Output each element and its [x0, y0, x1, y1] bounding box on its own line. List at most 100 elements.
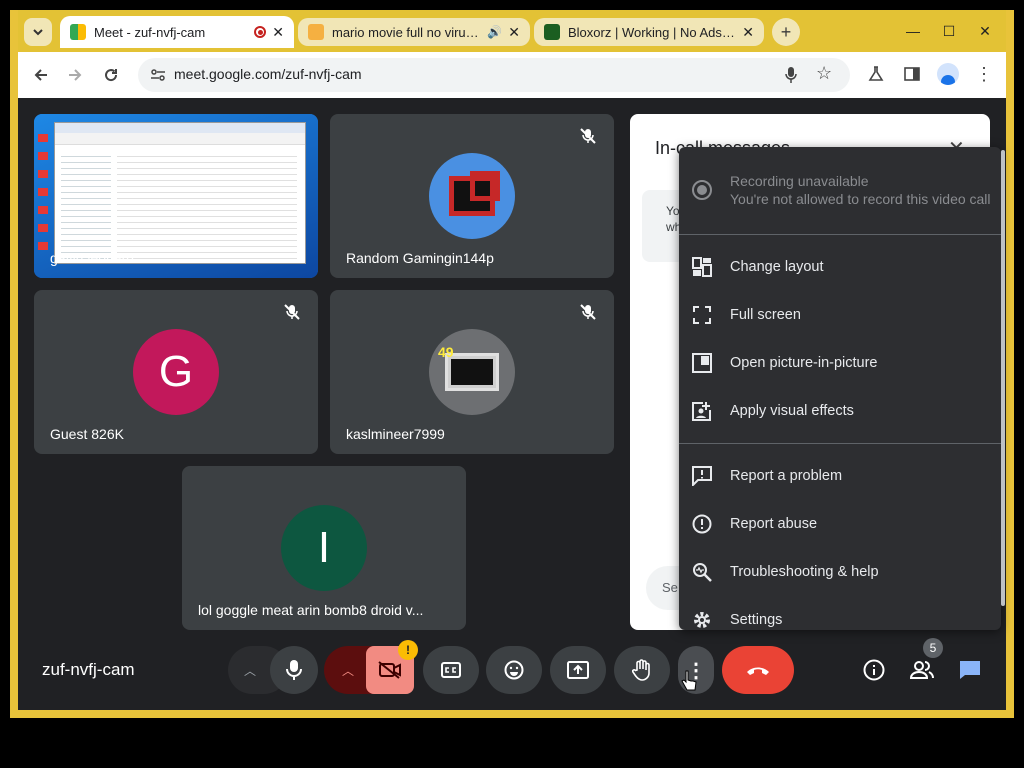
menu-item-settings[interactable]: Settings — [679, 596, 1001, 630]
meeting-details-button[interactable] — [860, 656, 888, 684]
settings-icon — [691, 609, 713, 630]
captions-icon — [441, 662, 461, 678]
meeting-code: zuf-nvfj-cam — [42, 660, 135, 679]
menu-item-full-screen[interactable]: Full screen — [679, 291, 1001, 339]
captions-button[interactable] — [423, 646, 479, 694]
chat-button[interactable] — [956, 656, 984, 684]
labs-icon[interactable] — [864, 62, 888, 86]
present-screen-icon — [567, 661, 589, 679]
participant-name: gavin leonard — [50, 250, 135, 266]
menu-item-troubleshooting[interactable]: Troubleshooting & help — [679, 548, 1001, 596]
layout-icon — [691, 256, 713, 278]
participant-name: kaslmineer7999 — [346, 426, 445, 442]
participant-name: Guest 826K — [50, 426, 124, 442]
mouse-cursor-icon — [681, 670, 697, 692]
browser-toolbar: meet.google.com/zuf-nvfj-cam ☆ ⋮ — [18, 52, 1006, 98]
participant-avatar-image — [429, 153, 515, 239]
participant-tile-gavin[interactable]: gavin leonard — [34, 114, 318, 278]
pip-icon — [691, 352, 713, 374]
plus-icon: + — [780, 21, 792, 42]
tab-favicon-icon — [308, 24, 324, 40]
info-icon — [863, 659, 885, 681]
arrow-right-icon — [69, 69, 82, 81]
close-tab-icon[interactable]: ✕ — [742, 24, 754, 41]
people-button[interactable] — [908, 656, 936, 684]
raise-hand-icon — [632, 659, 650, 681]
camera-off-icon — [378, 661, 401, 679]
bookmark-star-icon[interactable]: ☆ — [816, 63, 832, 84]
microphone-icon[interactable] — [784, 66, 798, 84]
fullscreen-icon — [691, 304, 713, 326]
chevron-up-icon: ︿ — [244, 663, 257, 678]
participant-avatar-letter: I — [281, 505, 367, 591]
speaker-icon[interactable]: 🔊 — [487, 25, 502, 39]
report-problem-icon — [691, 465, 713, 487]
participant-tile-random-gaming[interactable]: Random Gamingin144p — [330, 114, 614, 278]
close-window-button[interactable]: ✕ — [968, 20, 1002, 42]
microphone-icon — [286, 660, 302, 680]
leave-call-button[interactable] — [722, 646, 794, 694]
tab-search-button[interactable] — [24, 18, 52, 46]
participant-avatar-letter: G — [133, 329, 219, 415]
menu-item-picture-in-picture[interactable]: Open picture-in-picture — [679, 339, 1001, 387]
raise-hand-button[interactable] — [614, 646, 670, 694]
bloxorz-favicon-icon — [544, 24, 560, 40]
participant-avatar-image: 49 — [429, 329, 515, 415]
menu-item-report-abuse[interactable]: Report abuse — [679, 500, 1001, 548]
menu-item-report-problem[interactable]: Report a problem — [679, 452, 1001, 500]
menu-divider — [679, 234, 1001, 235]
tab-mario[interactable]: mario movie full no virus free 2023 🔊 ✕ — [298, 18, 530, 46]
participant-name: lol goggle meat arin bomb8 droid v... — [198, 602, 424, 618]
report-abuse-icon — [691, 513, 713, 535]
address-bar[interactable]: meet.google.com/zuf-nvfj-cam ☆ — [138, 58, 850, 92]
menu-item-change-layout[interactable]: Change layout — [679, 243, 1001, 291]
chevron-up-icon: ︿ — [342, 663, 355, 678]
microphone-button[interactable] — [270, 646, 318, 694]
chevron-down-icon — [33, 29, 43, 36]
menu-divider — [679, 443, 1001, 444]
forward-button[interactable] — [62, 62, 88, 88]
participant-tile-kaslmineer[interactable]: 49 kaslmineer7999 — [330, 290, 614, 454]
record-icon — [692, 180, 712, 200]
reactions-button[interactable] — [486, 646, 542, 694]
reload-button[interactable] — [98, 62, 124, 88]
tab-bar: Meet - zuf-nvfj-cam ✕ mario movie full n… — [18, 10, 1006, 52]
reload-icon — [105, 69, 118, 82]
tab-bloxorz[interactable]: Bloxorz | Working | No Ads | Play ✕ — [534, 18, 764, 46]
close-tab-icon[interactable]: ✕ — [508, 24, 520, 41]
participant-tile-guest[interactable]: G Guest 826K — [34, 290, 318, 454]
camera-warning-badge: ! — [398, 640, 418, 660]
muted-mic-icon — [580, 304, 596, 320]
muted-mic-icon — [284, 304, 300, 320]
url-text[interactable]: meet.google.com/zuf-nvfj-cam — [174, 66, 362, 82]
minimize-button[interactable]: — — [896, 20, 930, 42]
people-icon — [910, 661, 934, 679]
call-controls-bar: zuf-nvfj-cam ︿ ︿ ! ⋮ 5 — [18, 630, 1006, 710]
hang-up-icon — [747, 667, 769, 675]
tab-meet[interactable]: Meet - zuf-nvfj-cam ✕ — [60, 16, 294, 48]
site-settings-icon[interactable] — [150, 68, 166, 82]
meet-favicon-icon — [70, 24, 86, 40]
arrow-left-icon — [34, 69, 47, 81]
participant-name: Random Gamingin144p — [346, 250, 494, 266]
recording-indicator-icon — [254, 26, 267, 38]
side-panel-icon[interactable] — [900, 62, 924, 86]
emoji-icon — [504, 660, 524, 680]
chat-icon — [960, 661, 980, 679]
profile-avatar-icon[interactable] — [936, 62, 960, 86]
back-button[interactable] — [28, 62, 54, 88]
browser-menu-icon[interactable]: ⋮ — [972, 62, 996, 86]
visual-effects-icon — [691, 400, 713, 422]
menu-item-visual-effects[interactable]: Apply visual effects — [679, 387, 1001, 435]
troubleshoot-icon — [691, 561, 713, 583]
present-screen-button[interactable] — [550, 646, 606, 694]
new-tab-button[interactable]: + — [772, 18, 800, 46]
close-tab-icon[interactable]: ✕ — [272, 24, 284, 41]
recording-unavailable-item: Recording unavailable You're not allowed… — [679, 147, 1001, 235]
people-count-badge: 5 — [923, 638, 943, 658]
muted-mic-icon — [580, 128, 596, 144]
maximize-button[interactable]: ☐ — [932, 20, 966, 42]
menu-scrollbar[interactable] — [1001, 150, 1005, 606]
more-options-menu: Recording unavailable You're not allowed… — [679, 147, 1001, 630]
participant-tile-lol-goggle[interactable]: I lol goggle meat arin bomb8 droid v... — [182, 466, 466, 630]
